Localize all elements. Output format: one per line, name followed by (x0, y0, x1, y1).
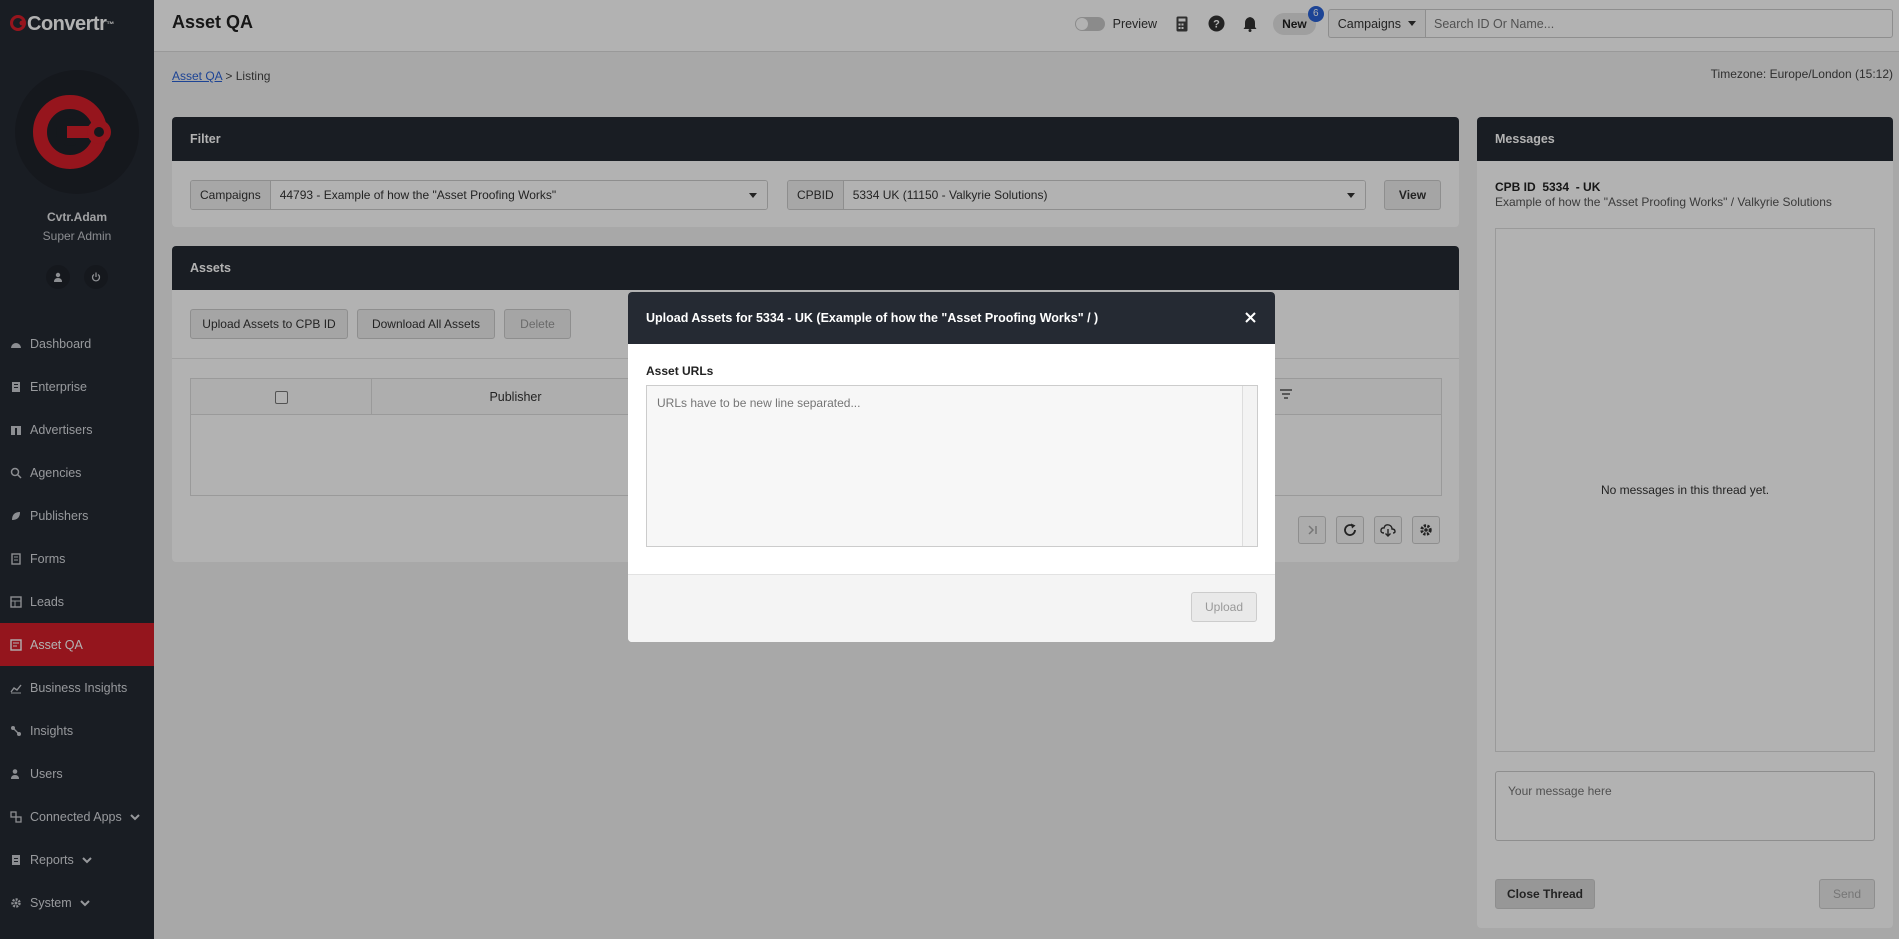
textarea-scrollbar[interactable] (1242, 386, 1257, 546)
modal-header: Upload Assets for 5334 - UK (Example of … (628, 292, 1275, 344)
modal-title: Upload Assets for 5334 - UK (Example of … (646, 311, 1099, 325)
modal-footer: Upload (628, 574, 1275, 642)
upload-assets-modal: Upload Assets for 5334 - UK (Example of … (628, 292, 1275, 642)
upload-button[interactable]: Upload (1191, 592, 1257, 622)
close-icon[interactable] (1241, 308, 1259, 326)
asset-urls-textarea[interactable] (646, 385, 1258, 547)
asset-urls-label: Asset URLs (646, 364, 714, 378)
